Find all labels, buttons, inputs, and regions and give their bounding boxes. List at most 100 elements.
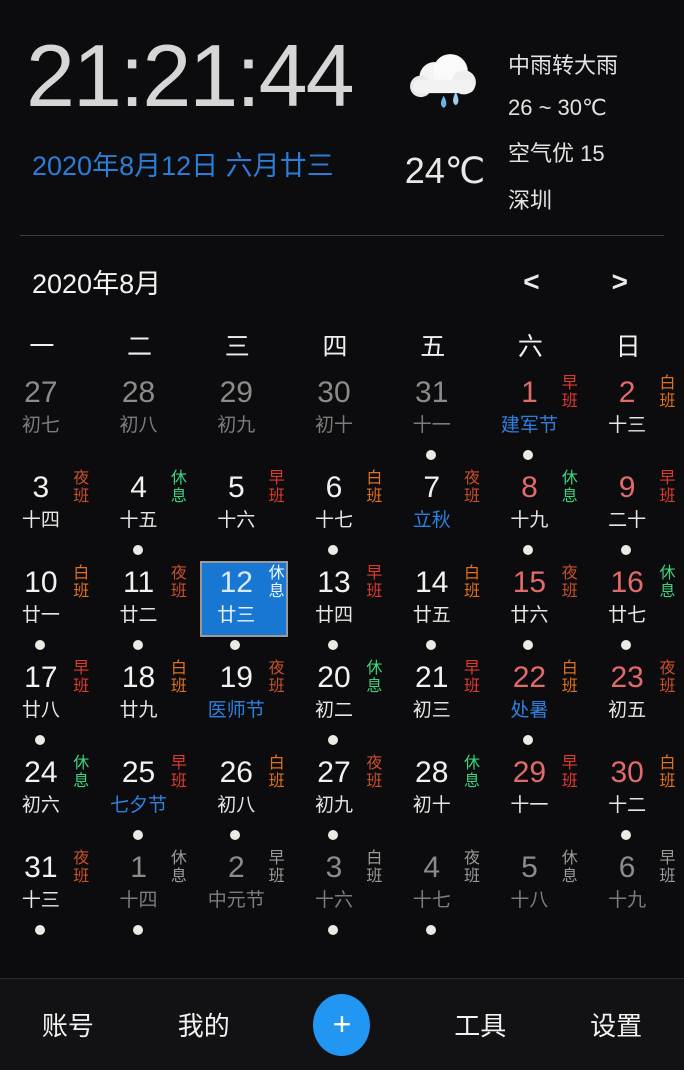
- shift-label: 早班: [73, 660, 90, 696]
- calendar-day-cell[interactable]: 2 白班 十三: [586, 369, 684, 464]
- lunar-label: 立秋: [398, 509, 466, 533]
- event-dot: [328, 830, 338, 840]
- calendar-day-cell[interactable]: 24 休息 初六: [0, 749, 98, 844]
- calendar-day-cell[interactable]: 12 休息 廿三: [195, 559, 293, 654]
- event-dot: [230, 640, 240, 650]
- calendar-day-cell[interactable]: 4 夜班 十七: [391, 844, 489, 939]
- lunar-label: 廿五: [398, 604, 466, 628]
- shift-label: 休息: [464, 755, 481, 791]
- calendar-day-cell[interactable]: 30 白班 十二: [586, 749, 684, 844]
- calendar-day-cell[interactable]: 6 早班 十九: [586, 844, 684, 939]
- calendar-day-cell[interactable]: 22 白班 处暑: [489, 654, 587, 749]
- nav-item-mine[interactable]: 我的: [178, 1006, 230, 1043]
- calendar-day-cell[interactable]: 2 早班 中元节: [195, 844, 293, 939]
- calendar-day-cell[interactable]: 28 初八: [98, 369, 196, 464]
- event-dot: [523, 450, 533, 460]
- shift-label: 早班: [659, 470, 676, 506]
- day-number: 8: [521, 471, 538, 504]
- calendar-day-cell[interactable]: 10 白班 廿一: [0, 559, 98, 654]
- calendar-day-cell[interactable]: 11 夜班 廿二: [98, 559, 196, 654]
- calendar-day-cell[interactable]: 1 早班 建军节: [489, 369, 587, 464]
- lunar-label: 初十: [300, 414, 368, 438]
- lunar-label: 初八: [202, 794, 270, 818]
- calendar-day-cell[interactable]: 5 休息 十八: [489, 844, 587, 939]
- calendar-day-cell[interactable]: 21 早班 初三: [391, 654, 489, 749]
- calendar-day-cell[interactable]: 18 白班 廿九: [98, 654, 196, 749]
- day-number: 1: [130, 851, 147, 884]
- calendar-grid: 27 初七 28 初八 29 初九 30 初十 31: [0, 369, 684, 939]
- calendar-day-cell[interactable]: 16 休息 廿七: [586, 559, 684, 654]
- lunar-label: 初八: [105, 414, 173, 438]
- shift-label: 休息: [561, 850, 578, 886]
- day-number: 31: [24, 851, 57, 884]
- prev-month-button[interactable]: <: [523, 266, 539, 298]
- calendar-day-cell[interactable]: 20 休息 初二: [293, 654, 391, 749]
- calendar-day-cell[interactable]: 13 早班 廿四: [293, 559, 391, 654]
- calendar-day-cell[interactable]: 29 初九: [195, 369, 293, 464]
- event-dot: [133, 545, 143, 555]
- calendar-day-cell[interactable]: 6 白班 十七: [293, 464, 391, 559]
- day-number: 20: [317, 661, 350, 694]
- shift-label: 夜班: [170, 565, 187, 601]
- calendar-day-cell[interactable]: 7 夜班 立秋: [391, 464, 489, 559]
- nav-item-tools[interactable]: 工具: [454, 1006, 506, 1043]
- current-date[interactable]: 2020年8月12日 六月廿三: [32, 144, 353, 183]
- shift-label: 白班: [659, 375, 676, 411]
- calendar-day-cell[interactable]: 14 白班 廿五: [391, 559, 489, 654]
- calendar-day-cell[interactable]: 27 初七: [0, 369, 98, 464]
- header: 21:21:44 2020年8月12日 六月廿三 24℃ 中雨转大雨 26 ~ …: [0, 0, 684, 215]
- lunar-label: 廿六: [496, 604, 564, 628]
- calendar-day-cell[interactable]: 29 早班 十一: [489, 749, 587, 844]
- calendar-day-cell[interactable]: 17 早班 廿八: [0, 654, 98, 749]
- nav-item-settings[interactable]: 设置: [590, 1006, 642, 1043]
- lunar-label: 初七: [7, 414, 75, 438]
- day-number: 13: [317, 566, 350, 599]
- calendar-day-cell[interactable]: 30 初十: [293, 369, 391, 464]
- calendar-day-cell[interactable]: 8 休息 十九: [489, 464, 587, 559]
- calendar-day-cell[interactable]: 31 夜班 十三: [0, 844, 98, 939]
- lunar-label: 十七: [398, 889, 466, 913]
- lunar-label: 医师节: [202, 699, 270, 723]
- event-dot: [621, 640, 631, 650]
- weather-block[interactable]: 24℃ 中雨转大雨 26 ~ 30℃ 空气优 15 深圳: [390, 26, 658, 215]
- event-dot: [230, 830, 240, 840]
- current-temperature: 24℃: [405, 150, 485, 192]
- add-button[interactable]: +: [313, 994, 370, 1056]
- calendar-day-cell[interactable]: 27 夜班 初九: [293, 749, 391, 844]
- day-number: 16: [610, 566, 643, 599]
- calendar-day-cell[interactable]: 3 白班 十六: [293, 844, 391, 939]
- calendar-day-cell[interactable]: 1 休息 十四: [98, 844, 196, 939]
- event-dot: [35, 735, 45, 745]
- calendar-day-cell[interactable]: 5 早班 十六: [195, 464, 293, 559]
- lunar-label: 十六: [300, 889, 368, 913]
- lunar-label: 十三: [7, 889, 75, 913]
- next-month-button[interactable]: >: [612, 266, 628, 298]
- event-dot: [523, 640, 533, 650]
- day-number: 3: [33, 471, 50, 504]
- day-number: 3: [326, 851, 343, 884]
- calendar-day-cell[interactable]: 9 早班 二十: [586, 464, 684, 559]
- calendar-day-cell[interactable]: 25 早班 七夕节: [98, 749, 196, 844]
- lunar-label: 初九: [202, 414, 270, 438]
- day-number: 28: [415, 756, 448, 789]
- nav-item-account[interactable]: 账号: [42, 1006, 94, 1043]
- calendar-day-cell[interactable]: 31 十一: [391, 369, 489, 464]
- calendar-day-cell[interactable]: 28 休息 初十: [391, 749, 489, 844]
- calendar-day-cell[interactable]: 4 休息 十五: [98, 464, 196, 559]
- calendar-day-cell[interactable]: 19 夜班 医师节: [195, 654, 293, 749]
- event-dot: [523, 545, 533, 555]
- lunar-label: 十八: [496, 889, 564, 913]
- day-number: 1: [521, 376, 538, 409]
- month-bar: 2020年8月 < >: [0, 236, 684, 311]
- weather-temp-range: 26 ~ 30℃: [508, 95, 658, 121]
- calendar-day-cell[interactable]: 23 夜班 初五: [586, 654, 684, 749]
- lunar-label: 十四: [7, 509, 75, 533]
- day-number: 21: [415, 661, 448, 694]
- lunar-label: 廿二: [105, 604, 173, 628]
- calendar-day-cell[interactable]: 26 白班 初八: [195, 749, 293, 844]
- shift-label: 夜班: [659, 660, 676, 696]
- calendar-day-cell[interactable]: 3 夜班 十四: [0, 464, 98, 559]
- lunar-label: 廿七: [593, 604, 661, 628]
- calendar-day-cell[interactable]: 15 夜班 廿六: [489, 559, 587, 654]
- shift-label: 白班: [73, 565, 90, 601]
